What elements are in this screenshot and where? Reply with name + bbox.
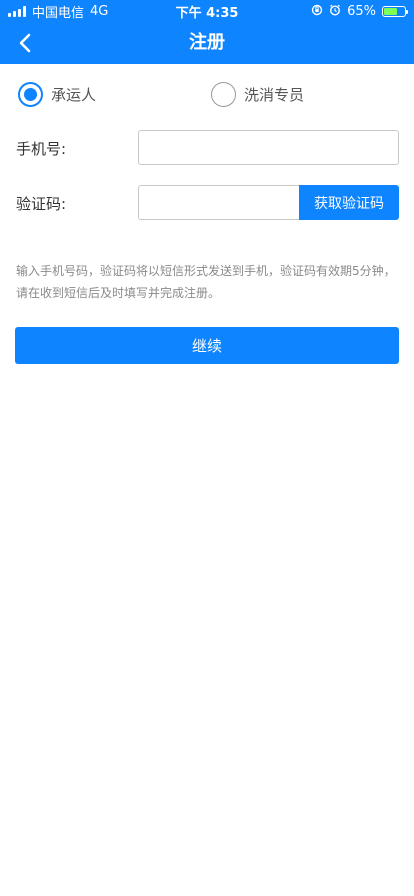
continue-button[interactable]: 继续: [15, 327, 399, 364]
page-title: 注册: [189, 32, 225, 53]
carrier-name: 中国电信: [32, 5, 85, 21]
radio-checked-icon: [18, 81, 43, 107]
get-code-button[interactable]: 获取验证码: [299, 185, 399, 220]
alarm-icon: [329, 4, 341, 19]
battery-percent: 65%: [347, 3, 376, 19]
role-option-label: 承运人: [51, 85, 97, 104]
network-type: 4G: [90, 3, 109, 19]
status-right: 65%: [311, 3, 408, 19]
nav-bar: 注册: [0, 22, 414, 64]
status-bar: 中国电信 4G 下午 4:35 65%: [0, 0, 414, 22]
code-label: 验证码:: [16, 195, 67, 213]
role-option-disinfector[interactable]: 洗消专员: [211, 79, 304, 109]
rotation-lock-icon: [311, 4, 323, 19]
status-left: 中国电信 4G: [8, 2, 108, 21]
role-option-label: 洗消专员: [244, 85, 305, 104]
role-radio-group: 承运人 洗消专员: [0, 79, 414, 109]
phone-input[interactable]: [138, 130, 399, 165]
signal-icon: [8, 5, 26, 17]
hint-text: 输入手机号码，验证码将以短信形式发送到手机，验证码有效期5分钟，请在收到短信后及…: [16, 264, 396, 300]
code-input[interactable]: [138, 185, 300, 220]
phone-label: 手机号:: [16, 140, 67, 158]
role-option-carrier[interactable]: 承运人: [18, 79, 96, 109]
radio-dot: [24, 87, 37, 101]
battery-level: [384, 7, 397, 15]
radio-unchecked-icon: [211, 81, 236, 107]
battery-icon: [382, 5, 408, 17]
